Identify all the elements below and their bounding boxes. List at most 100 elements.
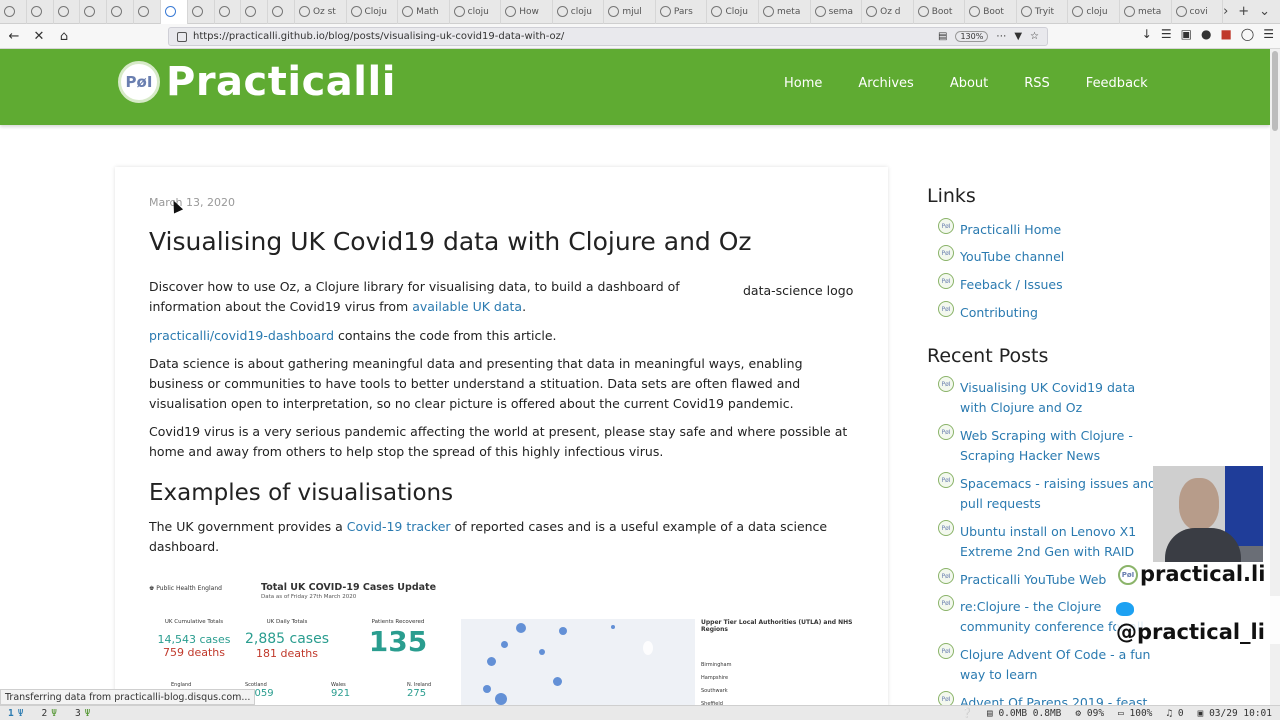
tab-scroll-right-icon[interactable]: › <box>1223 4 1228 19</box>
nav-rss[interactable]: RSS <box>1024 76 1050 91</box>
browser-tab[interactable] <box>268 0 295 24</box>
nav-about[interactable]: About <box>950 76 988 91</box>
browser-tab[interactable]: mjul <box>604 0 656 24</box>
recent-post-label[interactable]: Ubuntu install on Lenovo X1 Extreme 2nd G… <box>960 522 1136 561</box>
browser-tab[interactable] <box>134 0 161 24</box>
reload-stop-icon[interactable]: ✕ <box>28 25 50 47</box>
nav-home[interactable]: Home <box>784 76 822 91</box>
practicalli-bullet-icon: PøI <box>938 218 954 234</box>
nav-archives[interactable]: Archives <box>858 76 913 91</box>
browser-tab[interactable] <box>160 0 188 24</box>
workspace-icon: Ψ <box>84 707 91 719</box>
menu-icon[interactable]: ☰ <box>1263 27 1274 41</box>
library-icon[interactable]: ☰ <box>1161 27 1172 41</box>
browser-tab[interactable]: Tryit <box>1017 0 1069 24</box>
browser-tab[interactable]: covi <box>1172 0 1224 24</box>
browser-tab[interactable]: How <box>501 0 553 24</box>
workspace-3[interactable]: 3 <box>75 708 81 719</box>
browser-tab[interactable] <box>27 0 54 24</box>
address-bar[interactable]: https://practicalli.github.io/blog/posts… <box>168 27 1048 46</box>
recent-post-link[interactable]: PøI Web Scraping with Clojure - Scraping H… <box>938 424 1158 465</box>
site-logo[interactable]: PøI Practicalli <box>118 59 396 105</box>
sidebar-link-home[interactable]: PøI Practicalli Home <box>938 218 1158 240</box>
account-icon[interactable]: ● <box>1201 27 1211 41</box>
browser-tab[interactable]: meta <box>759 0 811 24</box>
recent-post-label[interactable]: Visualising UK Covid19 data with Clojure … <box>960 378 1135 417</box>
recent-post-link[interactable]: PøI Visualising UK Covid19 data with Cloju… <box>938 376 1158 417</box>
browser-tab[interactable]: cloju <box>450 0 502 24</box>
clock-tray[interactable]: ▣ 03/29 10:01 <box>1198 708 1272 719</box>
new-tab-icon[interactable]: + <box>1238 4 1249 19</box>
tab-label: Math <box>416 6 439 17</box>
extension-icon[interactable]: ■ <box>1220 27 1231 41</box>
recent-post-label[interactable]: Spacemacs - raising issues and pull reque… <box>960 474 1156 513</box>
back-icon[interactable]: ← <box>3 25 25 47</box>
browser-tab[interactable] <box>80 0 108 24</box>
recent-post-link[interactable]: PøI Spacemacs - raising issues and pull re… <box>938 472 1158 513</box>
recent-post-label[interactable]: Practicalli YouTube Web <box>960 570 1106 590</box>
workspace-1[interactable]: 1 <box>8 708 14 719</box>
browser-tab[interactable] <box>0 0 27 24</box>
browser-tab[interactable] <box>54 0 81 24</box>
help-icon[interactable]: ❔ <box>961 708 973 719</box>
reader-view-icon[interactable]: ▤ <box>938 31 947 42</box>
browser-tab[interactable]: Oz st <box>295 0 347 24</box>
nation-wales: Wales 921 <box>331 682 350 699</box>
recent-post-label[interactable]: Web Scraping with Clojure - Scraping Hack… <box>960 426 1133 465</box>
browser-tab[interactable]: Pars <box>656 0 708 24</box>
practicalli-bullet-icon: PøI <box>938 472 954 488</box>
volume-tray[interactable]: ♫ 0 <box>1166 708 1183 719</box>
available-uk-data-link[interactable]: available UK data <box>412 299 522 314</box>
sync-icon[interactable]: ◯ <box>1241 27 1254 41</box>
sidebar-link-label[interactable]: YouTube channel <box>960 247 1064 267</box>
sidebar-icon[interactable]: ▣ <box>1181 27 1192 41</box>
browser-tab[interactable]: sema <box>811 0 863 24</box>
sidebar-link-label[interactable]: Feeback / Issues <box>960 275 1063 295</box>
recent-post-link[interactable]: PøI Clojure Advent Of Code - a fun way to … <box>938 643 1158 684</box>
covid-tracker-link[interactable]: Covid-19 tracker <box>347 519 451 534</box>
repo-link[interactable]: practicalli/covid19-dashboard <box>149 328 334 343</box>
sidebar-link-contributing[interactable]: PøI Contributing <box>938 301 1158 323</box>
sidebar-link-label[interactable]: Contributing <box>960 303 1038 323</box>
zoom-level[interactable]: 130% <box>955 31 989 42</box>
scrollbar-thumb[interactable] <box>1272 51 1278 131</box>
home-icon[interactable]: ⌂ <box>53 25 75 47</box>
browser-tab[interactable]: Boot <box>914 0 966 24</box>
workspace-2[interactable]: 2 <box>41 708 47 719</box>
browser-tab[interactable]: cloju <box>553 0 605 24</box>
recent-post-link[interactable]: PøI Ubuntu install on Lenovo X1 Extreme 2n… <box>938 520 1158 561</box>
browser-tab[interactable]: Cloju <box>347 0 399 24</box>
page-actions-icon[interactable]: ⋯ <box>996 31 1006 42</box>
practicalli-bullet-icon: PøI <box>938 643 954 659</box>
recent-post-line-1: Web Scraping with Clojure - <box>960 428 1133 443</box>
browser-tab[interactable]: meta <box>1120 0 1172 24</box>
eu-flag <box>1225 466 1263 546</box>
sidebar-link-youtube[interactable]: PøI YouTube channel <box>938 245 1158 267</box>
browser-tab[interactable] <box>215 0 242 24</box>
bookmark-star-icon[interactable]: ☆ <box>1030 31 1039 42</box>
recent-post-label[interactable]: Clojure Advent Of Code - a fun way to lea… <box>960 645 1150 684</box>
stat-label: UK Cumulative Totals <box>164 619 224 625</box>
nav-feedback[interactable]: Feedback <box>1086 76 1148 91</box>
browser-tab[interactable]: Oz d <box>862 0 914 24</box>
recent-posts-heading: Recent Posts <box>927 345 1049 367</box>
pocket-icon[interactable]: ▼ <box>1014 31 1022 42</box>
url-text[interactable]: https://practicalli.github.io/blog/posts… <box>193 31 564 42</box>
browser-tab[interactable] <box>107 0 135 24</box>
browser-tab[interactable]: Cloju <box>707 0 759 24</box>
downloads-icon[interactable]: ↓ <box>1142 27 1152 41</box>
tab-label: Cloju <box>364 6 388 17</box>
tab-label: covi <box>1189 6 1208 17</box>
browser-tab[interactable] <box>188 0 215 24</box>
browser-tab[interactable]: cloju <box>1068 0 1120 24</box>
recent-post-line-1: re:Clojure - the Clojure <box>960 599 1102 614</box>
tab-list-icon[interactable]: ⌄ <box>1259 4 1270 19</box>
utla-row: Birmingham <box>701 662 744 668</box>
sidebar-link-feedback[interactable]: PøI Feeback / Issues <box>938 273 1158 295</box>
sidebar-link-label[interactable]: Practicalli Home <box>960 220 1061 240</box>
browser-tab[interactable]: Boot <box>965 0 1017 24</box>
tab-favicon-icon <box>164 6 176 17</box>
browser-tab[interactable]: Math <box>398 0 450 24</box>
nation-nireland: N. Ireland 275 <box>407 682 431 699</box>
browser-tab[interactable] <box>241 0 269 24</box>
